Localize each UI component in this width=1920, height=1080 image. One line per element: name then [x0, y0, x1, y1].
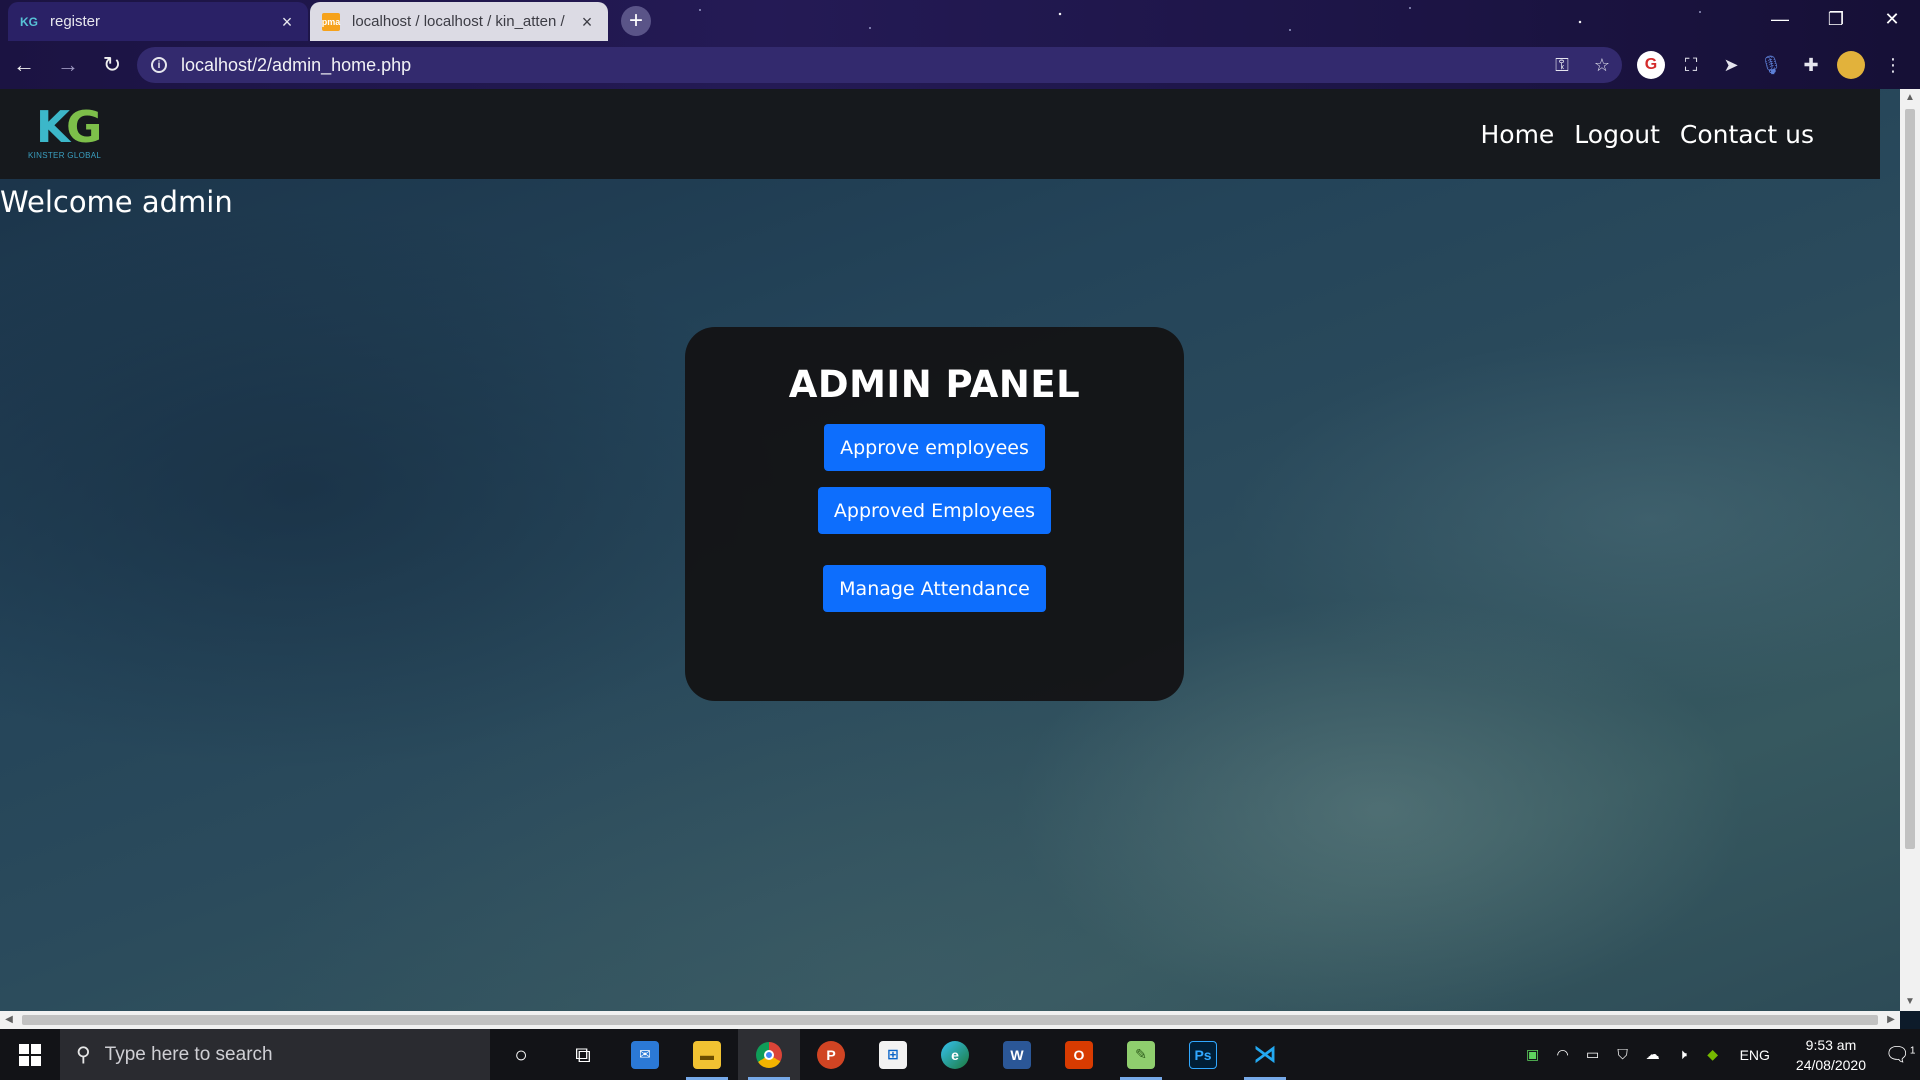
bookmark-star-icon[interactable]: ☆	[1582, 55, 1622, 76]
kg-favicon-icon: KG	[20, 14, 38, 29]
mail-icon[interactable]: ✉	[614, 1029, 676, 1080]
address-bar[interactable]: i localhost/2/admin_home.php ⚿ ☆	[137, 47, 1622, 83]
search-icon: ⚲	[76, 1044, 91, 1066]
search-placeholder: Type here to search	[104, 1043, 273, 1065]
forward-button[interactable]: →	[48, 45, 88, 85]
microsoft-store-icon[interactable]: ⊞	[862, 1029, 924, 1080]
office-icon[interactable]: O	[1048, 1029, 1110, 1080]
cast-extension-icon[interactable]: ➤	[1713, 47, 1749, 83]
chrome-icon[interactable]	[738, 1029, 800, 1080]
tab-strip: KG register × pma localhost / localhost …	[0, 0, 1750, 41]
menu-kebab-icon[interactable]: ⋮	[1875, 47, 1911, 83]
security-shield-icon[interactable]: ⛉	[1608, 1046, 1638, 1063]
word-icon[interactable]: W	[986, 1029, 1048, 1080]
photoshop-icon[interactable]: Ps	[1172, 1029, 1234, 1080]
edge-icon[interactable]: e	[924, 1029, 986, 1080]
close-tab-icon[interactable]: ×	[578, 13, 596, 31]
phpmyadmin-favicon-icon: pma	[322, 12, 340, 31]
horizontal-scrollbar[interactable]: ◀ ▶	[0, 1011, 1900, 1029]
mic-extension-icon[interactable]: 🎙	[1753, 47, 1789, 83]
taskbar-search-box[interactable]: ⚲ Type here to search	[60, 1029, 490, 1080]
minimize-button[interactable]: —	[1752, 0, 1808, 38]
site-navbar: KG KINSTER GLOBAL Home Logout Contact us	[0, 89, 1880, 179]
nav-logout-link[interactable]: Logout	[1574, 120, 1660, 149]
notepad-plus-icon[interactable]: ✎	[1110, 1029, 1172, 1080]
task-view-icon[interactable]: ⧉	[552, 1029, 614, 1080]
taskbar-clock[interactable]: 9:53 am 24/08/2020	[1796, 1035, 1866, 1075]
crop-extension-icon[interactable]: ⛶	[1673, 47, 1709, 83]
volume-muted-icon[interactable]: 🕨	[1668, 1046, 1698, 1063]
start-button[interactable]	[0, 1029, 60, 1080]
address-url[interactable]: localhost/2/admin_home.php	[181, 55, 1542, 76]
system-tray: ▣ ◠ ▭ ⛉ ☁ 🕨 ◆ ENG 9:53 am 24/08/2020 🗨1	[1518, 1029, 1920, 1080]
vertical-scrollbar[interactable]: ▲ ▼	[1900, 89, 1920, 1011]
admin-panel-title: ADMIN PANEL	[788, 363, 1081, 406]
logo-mark: KG	[36, 102, 102, 153]
browser-chrome: KG register × pma localhost / localhost …	[0, 0, 1920, 89]
kinster-global-logo[interactable]: KG KINSTER GLOBAL	[28, 102, 106, 166]
profile-avatar-icon[interactable]	[1833, 47, 1869, 83]
approve-employees-button[interactable]: Approve employees	[824, 424, 1045, 471]
scroll-right-icon[interactable]: ▶	[1882, 1011, 1900, 1029]
new-tab-button[interactable]: +	[621, 6, 651, 36]
admin-panel-card: ADMIN PANEL Approve employees Approved E…	[685, 327, 1184, 701]
key-icon[interactable]: ⚿	[1542, 55, 1582, 76]
scroll-up-icon[interactable]: ▲	[1900, 89, 1920, 107]
extensions-puzzle-icon[interactable]: ✚	[1793, 47, 1829, 83]
wifi-icon[interactable]: ◠	[1548, 1046, 1578, 1063]
file-explorer-icon[interactable]: ▬	[676, 1029, 738, 1080]
browser-toolbar: ← → ↻ i localhost/2/admin_home.php ⚿ ☆ G…	[0, 41, 1920, 89]
nav-contact-link[interactable]: Contact us	[1680, 120, 1814, 149]
vscode-icon[interactable]: ⋊	[1234, 1029, 1296, 1080]
vertical-scroll-thumb[interactable]	[1905, 109, 1915, 849]
horizontal-scroll-thumb[interactable]	[22, 1015, 1878, 1025]
clock-time: 9:53 am	[1805, 1036, 1857, 1053]
powerpoint-icon[interactable]: P	[800, 1029, 862, 1080]
tray-app-icon[interactable]: ▣	[1518, 1046, 1548, 1063]
nvidia-icon[interactable]: ◆	[1698, 1046, 1728, 1063]
action-center-icon[interactable]: 🗨1	[1880, 1042, 1920, 1067]
cortana-icon[interactable]: ○	[490, 1029, 552, 1080]
approved-employees-button[interactable]: Approved Employees	[817, 487, 1052, 534]
onedrive-cloud-icon[interactable]: ☁	[1638, 1046, 1668, 1063]
close-window-button[interactable]: ✕	[1864, 0, 1920, 38]
site-nav-links: Home Logout Contact us	[1480, 89, 1814, 179]
close-tab-icon[interactable]: ×	[278, 13, 296, 31]
clock-date: 24/08/2020	[1795, 1056, 1866, 1073]
page-viewport: KG KINSTER GLOBAL Home Logout Contact us…	[0, 89, 1900, 1011]
tab-register[interactable]: KG register ×	[8, 2, 308, 41]
nav-home-link[interactable]: Home	[1480, 120, 1554, 149]
grammarly-extension-icon[interactable]: G	[1633, 47, 1669, 83]
scroll-down-icon[interactable]: ▼	[1900, 993, 1920, 1011]
tab-title: register	[50, 13, 101, 30]
window-controls: — ❐ ✕	[1752, 0, 1920, 38]
windows-taskbar: ⚲ Type here to search ○ ⧉ ✉ ▬ P ⊞ e W O …	[0, 1029, 1920, 1080]
site-info-icon[interactable]: i	[151, 57, 167, 73]
back-button[interactable]: ←	[4, 45, 44, 85]
tab-title: localhost / localhost / kin_atten /	[352, 13, 565, 30]
manage-attendance-button[interactable]: Manage Attendance	[823, 565, 1046, 612]
windows-logo-icon	[19, 1043, 41, 1066]
notification-count-badge: 1	[1909, 1045, 1916, 1057]
restore-button[interactable]: ❐	[1808, 0, 1864, 38]
welcome-message: Welcome admin	[0, 185, 233, 219]
scroll-left-icon[interactable]: ◀	[0, 1011, 18, 1029]
tab-phpmyadmin[interactable]: pma localhost / localhost / kin_atten / …	[310, 2, 608, 41]
battery-icon[interactable]: ▭	[1578, 1046, 1608, 1063]
reload-button[interactable]: ↻	[92, 45, 132, 85]
logo-text: KINSTER GLOBAL	[28, 151, 102, 160]
language-indicator[interactable]: ENG	[1740, 1047, 1770, 1063]
